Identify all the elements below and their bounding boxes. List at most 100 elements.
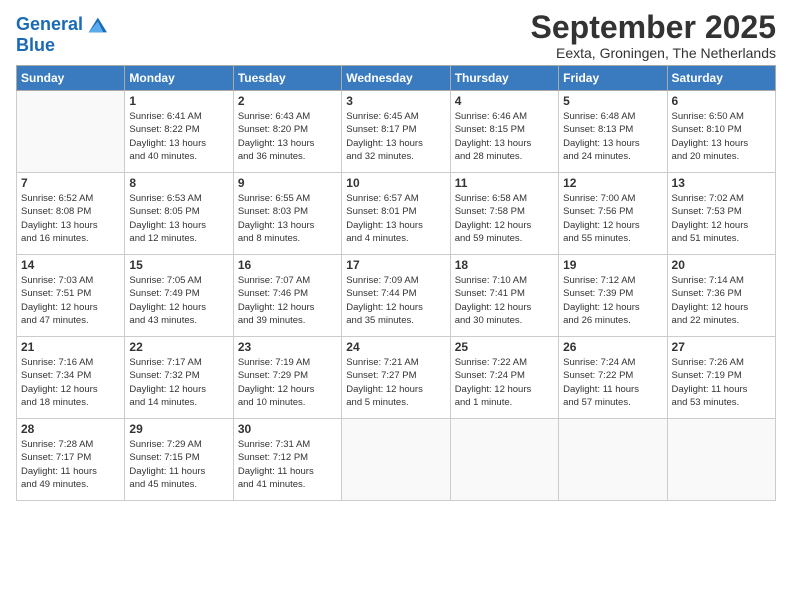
calendar-week-3: 14 Sunrise: 7:03 AM Sunset: 7:51 PM Dayli… <box>17 255 776 337</box>
calendar-cell: 3 Sunrise: 6:45 AM Sunset: 8:17 PM Daylig… <box>342 91 450 173</box>
day-info: Sunrise: 7:29 AM Sunset: 7:15 PM Dayligh… <box>129 438 228 491</box>
calendar-cell <box>559 419 667 501</box>
day-info: Sunrise: 6:57 AM Sunset: 8:01 PM Dayligh… <box>346 192 445 245</box>
day-info: Sunrise: 7:16 AM Sunset: 7:34 PM Dayligh… <box>21 356 120 409</box>
day-number: 16 <box>238 258 337 272</box>
day-number: 27 <box>672 340 771 354</box>
day-number: 14 <box>21 258 120 272</box>
day-info: Sunrise: 6:52 AM Sunset: 8:08 PM Dayligh… <box>21 192 120 245</box>
calendar-cell: 6Sunrise: 6:50 AM Sunset: 8:10 PM Daylig… <box>667 91 775 173</box>
day-number: 15 <box>129 258 228 272</box>
calendar-cell: 12 Sunrise: 7:00 AM Sunset: 7:56 PM Dayli… <box>559 173 667 255</box>
weekday-header-friday: Friday <box>559 66 667 91</box>
header: General Blue September 2025 Eexta, Groni… <box>16 10 776 61</box>
day-info: Sunrise: 7:28 AM Sunset: 7:17 PM Dayligh… <box>21 438 120 491</box>
month-title: September 2025 <box>531 10 776 45</box>
calendar-week-5: 28 Sunrise: 7:28 AM Sunset: 7:17 PM Dayli… <box>17 419 776 501</box>
calendar-cell: 15 Sunrise: 7:05 AM Sunset: 7:49 PM Dayli… <box>125 255 233 337</box>
day-number: 8 <box>129 176 228 190</box>
day-info: Sunrise: 7:03 AM Sunset: 7:51 PM Dayligh… <box>21 274 120 327</box>
day-info: Sunrise: 7:26 AM Sunset: 7:19 PM Dayligh… <box>672 356 771 409</box>
day-info: Sunrise: 7:14 AM Sunset: 7:36 PM Dayligh… <box>672 274 771 327</box>
day-info: Sunrise: 6:45 AM Sunset: 8:17 PM Dayligh… <box>346 110 445 163</box>
day-info: Sunrise: 6:48 AM Sunset: 8:13 PM Dayligh… <box>563 110 662 163</box>
weekday-header-tuesday: Tuesday <box>233 66 341 91</box>
day-number: 19 <box>563 258 662 272</box>
calendar-cell: 2 Sunrise: 6:43 AM Sunset: 8:20 PM Daylig… <box>233 91 341 173</box>
day-number: 30 <box>238 422 337 436</box>
logo-blue-text: Blue <box>16 36 107 56</box>
day-number: 22 <box>129 340 228 354</box>
calendar-cell: 7Sunrise: 6:52 AM Sunset: 8:08 PM Daylig… <box>17 173 125 255</box>
day-info: Sunrise: 7:10 AM Sunset: 7:41 PM Dayligh… <box>455 274 554 327</box>
day-number: 13 <box>672 176 771 190</box>
calendar-cell: 18 Sunrise: 7:10 AM Sunset: 7:41 PM Dayli… <box>450 255 558 337</box>
day-info: Sunrise: 7:17 AM Sunset: 7:32 PM Dayligh… <box>129 356 228 409</box>
calendar-cell <box>667 419 775 501</box>
calendar-table: SundayMondayTuesdayWednesdayThursdayFrid… <box>16 65 776 501</box>
weekday-header-sunday: Sunday <box>17 66 125 91</box>
weekday-header-saturday: Saturday <box>667 66 775 91</box>
calendar-cell: 21 Sunrise: 7:16 AM Sunset: 7:34 PM Dayli… <box>17 337 125 419</box>
calendar-cell <box>342 419 450 501</box>
day-info: Sunrise: 7:05 AM Sunset: 7:49 PM Dayligh… <box>129 274 228 327</box>
day-info: Sunrise: 7:21 AM Sunset: 7:27 PM Dayligh… <box>346 356 445 409</box>
day-number: 9 <box>238 176 337 190</box>
day-info: Sunrise: 7:24 AM Sunset: 7:22 PM Dayligh… <box>563 356 662 409</box>
calendar-week-4: 21 Sunrise: 7:16 AM Sunset: 7:34 PM Dayli… <box>17 337 776 419</box>
logo-icon <box>85 14 107 36</box>
day-info: Sunrise: 6:58 AM Sunset: 7:58 PM Dayligh… <box>455 192 554 245</box>
calendar-header-row: SundayMondayTuesdayWednesdayThursdayFrid… <box>17 66 776 91</box>
day-info: Sunrise: 7:07 AM Sunset: 7:46 PM Dayligh… <box>238 274 337 327</box>
day-number: 24 <box>346 340 445 354</box>
day-info: Sunrise: 6:43 AM Sunset: 8:20 PM Dayligh… <box>238 110 337 163</box>
calendar-cell: 20 Sunrise: 7:14 AM Sunset: 7:36 PM Dayli… <box>667 255 775 337</box>
calendar-cell: 19 Sunrise: 7:12 AM Sunset: 7:39 PM Dayli… <box>559 255 667 337</box>
calendar-cell: 13 Sunrise: 7:02 AM Sunset: 7:53 PM Dayli… <box>667 173 775 255</box>
calendar-cell: 28 Sunrise: 7:28 AM Sunset: 7:17 PM Dayli… <box>17 419 125 501</box>
day-info: Sunrise: 7:22 AM Sunset: 7:24 PM Dayligh… <box>455 356 554 409</box>
day-info: Sunrise: 6:53 AM Sunset: 8:05 PM Dayligh… <box>129 192 228 245</box>
day-number: 25 <box>455 340 554 354</box>
day-info: Sunrise: 7:00 AM Sunset: 7:56 PM Dayligh… <box>563 192 662 245</box>
day-number: 26 <box>563 340 662 354</box>
page-container: General Blue September 2025 Eexta, Groni… <box>0 0 792 509</box>
day-info: Sunrise: 6:46 AM Sunset: 8:15 PM Dayligh… <box>455 110 554 163</box>
day-info: Sunrise: 6:55 AM Sunset: 8:03 PM Dayligh… <box>238 192 337 245</box>
day-info: Sunrise: 7:02 AM Sunset: 7:53 PM Dayligh… <box>672 192 771 245</box>
day-number: 12 <box>563 176 662 190</box>
day-number: 10 <box>346 176 445 190</box>
calendar-cell: 1Sunrise: 6:41 AM Sunset: 8:22 PM Daylig… <box>125 91 233 173</box>
day-number: 3 <box>346 94 445 108</box>
day-number: 28 <box>21 422 120 436</box>
calendar-cell: 4 Sunrise: 6:46 AM Sunset: 8:15 PM Daylig… <box>450 91 558 173</box>
calendar-cell: 11 Sunrise: 6:58 AM Sunset: 7:58 PM Dayli… <box>450 173 558 255</box>
day-info: Sunrise: 6:41 AM Sunset: 8:22 PM Dayligh… <box>129 110 228 163</box>
logo: General Blue <box>16 14 107 56</box>
weekday-header-monday: Monday <box>125 66 233 91</box>
calendar-cell: 23Sunrise: 7:19 AM Sunset: 7:29 PM Dayli… <box>233 337 341 419</box>
day-number: 4 <box>455 94 554 108</box>
day-number: 29 <box>129 422 228 436</box>
day-number: 11 <box>455 176 554 190</box>
day-number: 18 <box>455 258 554 272</box>
title-block: September 2025 Eexta, Groningen, The Net… <box>531 10 776 61</box>
calendar-cell: 24 Sunrise: 7:21 AM Sunset: 7:27 PM Dayli… <box>342 337 450 419</box>
calendar-cell: 5 Sunrise: 6:48 AM Sunset: 8:13 PM Daylig… <box>559 91 667 173</box>
calendar-cell: 16 Sunrise: 7:07 AM Sunset: 7:46 PM Dayli… <box>233 255 341 337</box>
calendar-cell: 29 Sunrise: 7:29 AM Sunset: 7:15 PM Dayli… <box>125 419 233 501</box>
weekday-header-wednesday: Wednesday <box>342 66 450 91</box>
day-number: 5 <box>563 94 662 108</box>
day-number: 21 <box>21 340 120 354</box>
calendar-cell: 17Sunrise: 7:09 AM Sunset: 7:44 PM Dayli… <box>342 255 450 337</box>
day-number: 20 <box>672 258 771 272</box>
calendar-week-2: 7Sunrise: 6:52 AM Sunset: 8:08 PM Daylig… <box>17 173 776 255</box>
calendar-cell: 14 Sunrise: 7:03 AM Sunset: 7:51 PM Dayli… <box>17 255 125 337</box>
calendar-cell: 10 Sunrise: 6:57 AM Sunset: 8:01 PM Dayli… <box>342 173 450 255</box>
calendar-cell: 27 Sunrise: 7:26 AM Sunset: 7:19 PM Dayli… <box>667 337 775 419</box>
day-info: Sunrise: 7:12 AM Sunset: 7:39 PM Dayligh… <box>563 274 662 327</box>
location: Eexta, Groningen, The Netherlands <box>531 45 776 61</box>
day-number: 2 <box>238 94 337 108</box>
calendar-cell <box>450 419 558 501</box>
day-info: Sunrise: 7:19 AM Sunset: 7:29 PM Dayligh… <box>238 356 337 409</box>
